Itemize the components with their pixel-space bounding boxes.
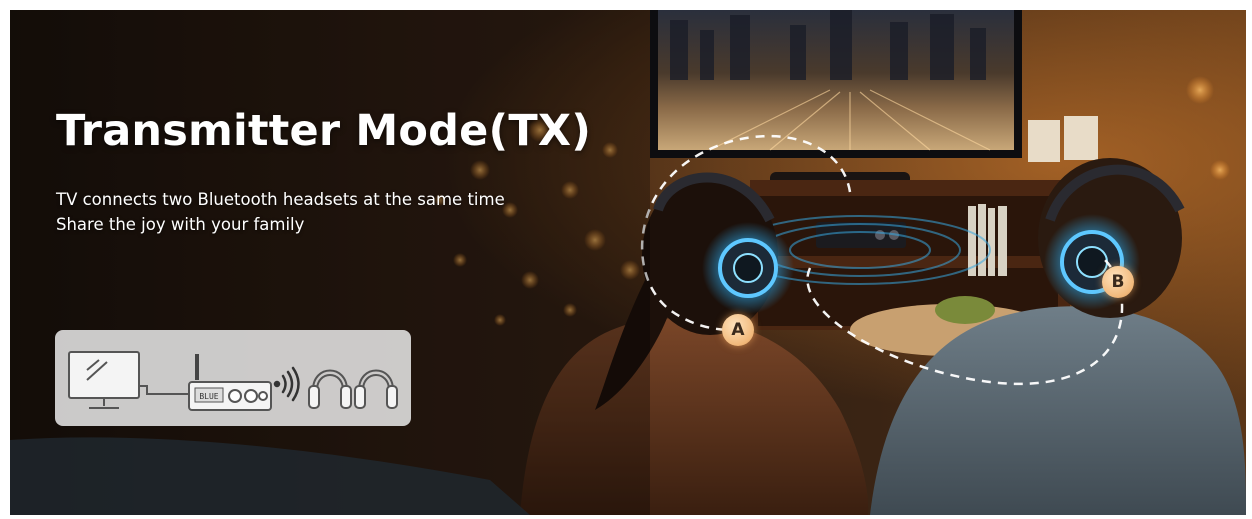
banner: Transmitter Mode(TX) TV connects two Blu…: [10, 10, 1246, 515]
subtitle-line-1: TV connects two Bluetooth headsets at th…: [56, 190, 505, 209]
page-title: Transmitter Mode(TX): [56, 106, 592, 156]
headphones-icon: [354, 369, 398, 409]
wireless-signal-icon: [273, 366, 300, 402]
svg-text:BLUE: BLUE: [199, 392, 218, 401]
transmitter-device-icon: BLUE: [188, 354, 272, 411]
living-room-scene: [10, 10, 1246, 515]
tv-icon: [68, 351, 140, 409]
headphones-icon: [308, 369, 352, 409]
badge-b: B: [1102, 266, 1134, 298]
badge-a: A: [722, 314, 754, 346]
connection-diagram: BLUE: [55, 330, 411, 426]
subtitle-line-2: Share the joy with your family: [56, 215, 305, 234]
